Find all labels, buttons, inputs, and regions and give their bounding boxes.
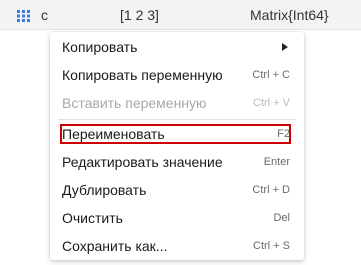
menu-item-shortcut: F2 [277, 128, 290, 140]
variable-name: c [41, 7, 48, 23]
context-menu: Копировать Копировать переменную Ctrl + … [50, 32, 304, 260]
menu-separator [58, 119, 296, 120]
variable-value: [1 2 3] [120, 7, 159, 23]
menu-item-shortcut: Ctrl + C [252, 69, 290, 81]
menu-item-edit-value[interactable]: Редактировать значение Enter [50, 149, 304, 175]
menu-item-label: Переименовать [62, 126, 165, 142]
menu-item-copy[interactable]: Копировать [50, 34, 304, 60]
workspace-variable-row[interactable]: c [1 2 3] Matrix{Int64} [0, 0, 361, 30]
menu-item-label: Сохранить как... [62, 238, 168, 254]
submenu-arrow-icon [282, 43, 288, 51]
menu-item-label: Копировать переменную [62, 67, 223, 83]
menu-item-duplicate[interactable]: Дублировать Ctrl + D [50, 177, 304, 203]
menu-item-copy-variable[interactable]: Копировать переменную Ctrl + C [50, 62, 304, 88]
menu-item-rename[interactable]: Переименовать F2 [50, 121, 304, 147]
menu-item-label: Дублировать [62, 182, 147, 198]
menu-item-shortcut: Ctrl + V [253, 97, 290, 109]
menu-item-label: Очистить [62, 210, 123, 226]
menu-item-shortcut: Ctrl + S [253, 240, 290, 252]
menu-item-paste-variable: Вставить переменную Ctrl + V [50, 90, 304, 116]
variable-type: Matrix{Int64} [250, 7, 329, 23]
menu-item-shortcut: Ctrl + D [252, 184, 290, 196]
menu-item-label: Редактировать значение [62, 154, 223, 170]
menu-item-label: Вставить переменную [62, 95, 207, 111]
menu-item-shortcut: Enter [263, 156, 290, 168]
menu-item-label: Копировать [62, 39, 138, 55]
menu-item-save-as[interactable]: Сохранить как... Ctrl + S [50, 233, 304, 259]
menu-item-clear[interactable]: Очистить Del [50, 205, 304, 231]
matrix-grid-icon [17, 10, 30, 22]
menu-item-shortcut: Del [273, 212, 290, 224]
